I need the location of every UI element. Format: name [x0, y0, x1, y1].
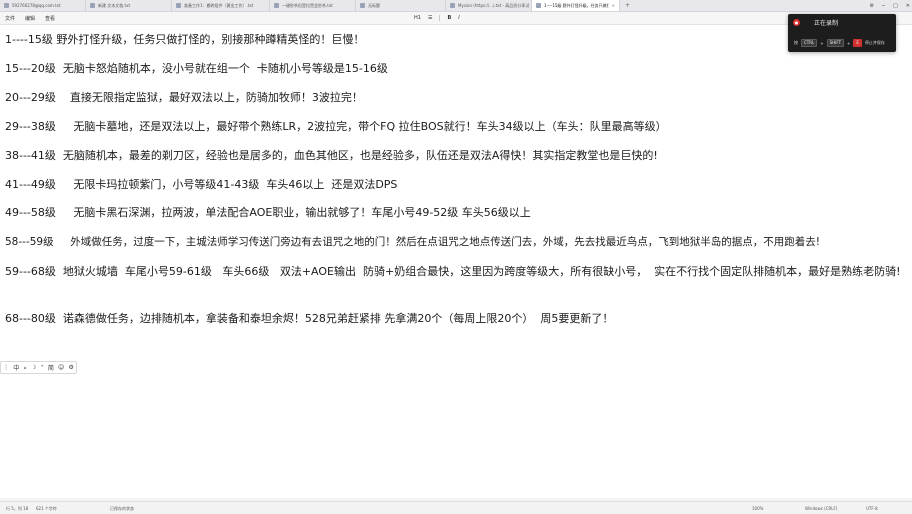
char-count: 621 个字符	[36, 506, 57, 511]
tab-4[interactable]: 一键秒杀但是拉黑会秒杀.txt	[270, 0, 356, 11]
settings-icon[interactable]: ⚙	[870, 3, 874, 9]
tab-6[interactable]: Mysion (https://...).txt - 高品质分享试	[446, 0, 532, 11]
autosave-status: 已保存的状态	[110, 506, 134, 511]
text-line: 29---38级 无脑卡墓地，还是双法以上，最好带个熟练LR，2波拉完，带个FQ…	[5, 120, 667, 133]
minimize-icon[interactable]: ─	[882, 3, 885, 9]
file-icon	[360, 3, 365, 8]
ime-settings-icon[interactable]: ⚙	[68, 364, 73, 371]
tab-label: 新建 文本文档.txt	[98, 2, 131, 8]
tab-label: 1----15级 野外打怪升级，任务只做打怪的	[544, 2, 609, 8]
cursor-position[interactable]: 行 5，列 18	[6, 506, 28, 512]
file-icon	[274, 3, 279, 8]
text-line: 38---41级 无脑随机本，最差的剃刀区，经验也是居多的，血色其他区，也是经验…	[5, 149, 658, 162]
menu-edit[interactable]: 编辑	[20, 15, 40, 22]
text-line: 68---80级 诺森德做任务，边排随机本，拿装备和泰坦余烬！528兄弟赶紧排 …	[5, 312, 614, 325]
recording-hotkey-hint: 按 CTRL + SHIFT + E 停止并保存	[794, 39, 885, 47]
window-controls: ⚙ ─ □ ✕	[870, 0, 910, 11]
status-bar: 行 5，列 18 621 个字符 已保存的状态 100% Windows (CR…	[0, 501, 912, 514]
list-button[interactable]: ☰	[428, 15, 432, 21]
bold-button[interactable]: B	[447, 15, 451, 21]
ime-punct-icon[interactable]: ⸰	[23, 364, 26, 372]
close-icon[interactable]: ×	[612, 3, 615, 8]
hotkey-hint: 停止并保存	[864, 40, 885, 45]
maximize-icon[interactable]: □	[893, 3, 898, 9]
encoding[interactable]: UTF-8	[866, 506, 878, 511]
format-toolbar: H1 ☰ B I	[414, 12, 460, 24]
tab-1[interactable]: 592760278@qq.com.txt	[0, 0, 86, 11]
tab-label: Mysion (https://...).txt - 高品质分享试	[458, 2, 530, 8]
zoom-level[interactable]: 100%	[752, 506, 763, 511]
ime-emoji-icon[interactable]: ☺	[58, 364, 64, 371]
ime-moon-icon[interactable]: ☽	[31, 364, 36, 371]
key-shift: SHIFT	[826, 39, 845, 47]
menu-file[interactable]: 文件	[0, 15, 20, 22]
file-icon	[4, 3, 9, 8]
key-e: E	[853, 39, 862, 47]
tab-2[interactable]: 新建 文本文档.txt	[86, 0, 172, 11]
hotkey-prefix: 按	[794, 40, 798, 45]
italic-button[interactable]: I	[458, 15, 459, 21]
tab-3[interactable]: 准备工作1：搬砖组件（黄金工作）.txt	[172, 0, 270, 11]
text-line: 20---29级 直接无限指定监狱，最好双法以上，防骑加牧师！3波拉完！	[5, 91, 363, 104]
ime-width-icon[interactable]: ⁺	[41, 364, 44, 371]
heading-button[interactable]: H1	[414, 15, 421, 21]
tab-5[interactable]: 无标题	[356, 0, 446, 11]
file-icon	[536, 3, 541, 8]
tab-bar: 592760278@qq.com.txt 新建 文本文档.txt 准备工作1：搬…	[0, 0, 912, 12]
tab-7-active[interactable]: 1----15级 野外打怪升级，任务只做打怪的×	[532, 0, 620, 11]
file-icon	[90, 3, 95, 8]
close-window-icon[interactable]: ✕	[906, 3, 910, 9]
ime-handle-icon[interactable]: ⋮	[3, 364, 9, 371]
tab-label: 一键秒杀但是拉黑会秒杀.txt	[282, 2, 333, 8]
tab-label: 无标题	[368, 2, 380, 8]
new-tab-icon[interactable]: +	[620, 2, 635, 9]
text-line: 1----15级 野外打怪升级，任务只做打怪的，别接那种蹲精英怪的！巨慢！	[5, 33, 365, 46]
key-ctrl: CTRL	[801, 39, 818, 47]
text-line: 49---58级 无脑卡黑石深渊，拉两波，单法配合AOE职业，输出就够了！车尾小…	[5, 206, 531, 219]
ime-toolbar: ⋮ 中 ⸰ ☽ ⁺ 简 ☺ ⚙	[0, 361, 77, 374]
menu-view[interactable]: 查看	[40, 15, 60, 22]
text-line: 59---68级 地狱火城墙 车尾小号59-61级 车头66级 双法+AOE输出…	[5, 265, 901, 278]
text-line: 41---49级 无限卡玛拉顿紫门，小号等级41-43级 车头46以上 还是双法…	[5, 178, 398, 191]
text-editor[interactable]: 1----15级 野外打怪升级，任务只做打怪的，别接那种蹲精英怪的！巨慢！ 15…	[0, 25, 912, 498]
file-icon	[450, 3, 455, 8]
line-ending[interactable]: Windows (CRLF)	[805, 506, 837, 511]
ime-lang-toggle[interactable]: 中	[13, 363, 19, 372]
tab-label: 592760278@qq.com.txt	[12, 3, 61, 8]
divider	[439, 15, 441, 21]
text-line: 15---20级 无脑卡怒焰随机本，没小号就在组一个 卡随机小号等级是15-16…	[5, 62, 388, 75]
record-icon[interactable]: ●	[793, 19, 800, 26]
tab-label: 准备工作1：搬砖组件（黄金工作）.txt	[184, 2, 254, 8]
file-icon	[176, 3, 181, 8]
recording-panel: ● 正在录制 按 CTRL + SHIFT + E 停止并保存	[788, 14, 896, 52]
recording-title: 正在录制	[814, 20, 839, 27]
text-line: 58---59级 外域做任务，过度一下，主城法师学习传送门旁边有去诅咒之地的门！…	[5, 236, 820, 248]
ime-simplified-toggle[interactable]: 简	[48, 363, 54, 372]
